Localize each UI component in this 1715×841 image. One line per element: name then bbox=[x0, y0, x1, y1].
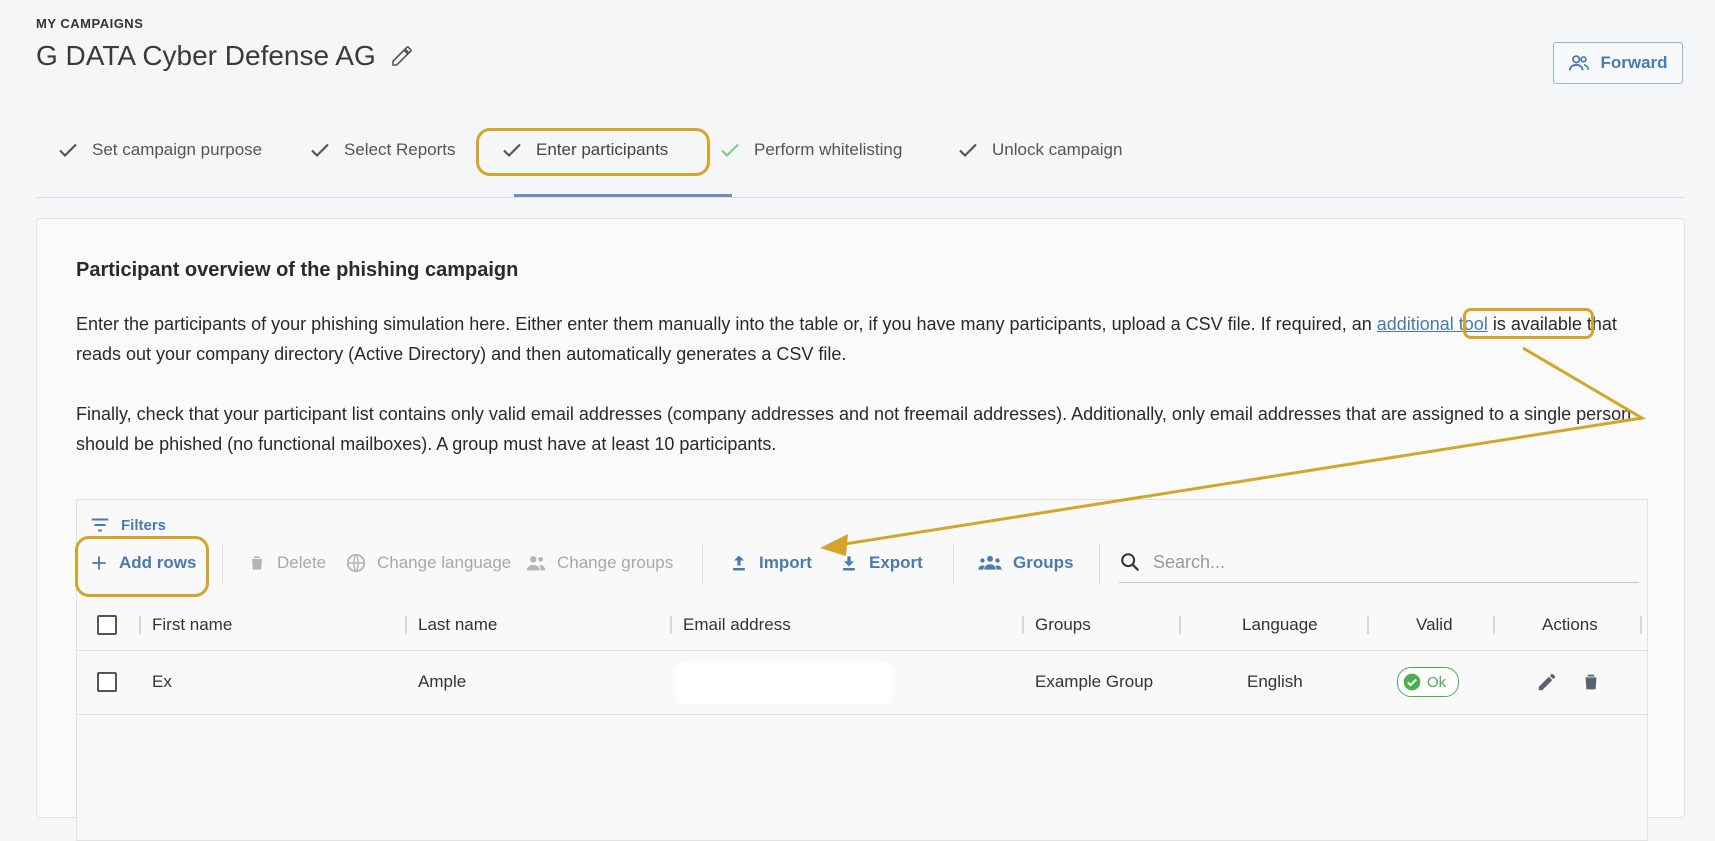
filters-button[interactable]: Filters bbox=[89, 514, 166, 536]
column-header-language[interactable]: Language bbox=[1242, 600, 1318, 650]
column-header-valid[interactable]: Valid bbox=[1416, 600, 1453, 650]
edit-row-button[interactable] bbox=[1533, 668, 1561, 696]
check-icon bbox=[721, 143, 739, 158]
download-icon bbox=[843, 556, 855, 571]
column-separator bbox=[1493, 616, 1495, 634]
column-separator bbox=[1367, 616, 1369, 634]
cell-last-name[interactable]: Ample bbox=[418, 650, 466, 714]
delete-label: Delete bbox=[277, 553, 327, 572]
change-language-label: Change language bbox=[377, 553, 512, 572]
import-label: Import bbox=[759, 553, 812, 572]
import-button[interactable]: Import bbox=[729, 540, 812, 586]
search-box bbox=[1119, 542, 1639, 583]
toolbar-divider bbox=[222, 544, 223, 584]
intro-text-start: Enter the participants of your phishing … bbox=[76, 314, 1377, 334]
change-groups-button[interactable]: Change groups bbox=[525, 540, 673, 586]
trash-icon bbox=[251, 556, 263, 570]
column-separator bbox=[1179, 616, 1181, 634]
cell-email-redacted[interactable] bbox=[675, 662, 893, 704]
people-icon bbox=[1569, 55, 1590, 71]
tab-label: Enter participants bbox=[536, 140, 669, 159]
add-rows-label: Add rows bbox=[119, 553, 197, 572]
export-button[interactable]: Export bbox=[839, 540, 923, 586]
participants-card: Participant overview of the phishing cam… bbox=[36, 218, 1685, 841]
intro-paragraph: Enter the participants of your phishing … bbox=[76, 309, 1656, 369]
upload-icon bbox=[733, 555, 745, 571]
forward-button[interactable]: Forward bbox=[1553, 42, 1683, 84]
valid-status-label: Ok bbox=[1427, 673, 1447, 691]
tab-enter-participants[interactable]: Enter participants bbox=[500, 122, 668, 178]
edit-title-button[interactable] bbox=[388, 42, 416, 70]
select-all-checkbox[interactable] bbox=[97, 615, 117, 635]
check-icon bbox=[311, 143, 329, 158]
tab-label: Unlock campaign bbox=[992, 140, 1123, 159]
column-separator bbox=[670, 616, 672, 634]
column-separator bbox=[1640, 616, 1642, 634]
export-label: Export bbox=[869, 553, 923, 572]
column-separator bbox=[1022, 616, 1024, 634]
column-header-last-name[interactable]: Last name bbox=[418, 600, 497, 650]
tab-select-reports[interactable]: Select Reports bbox=[308, 122, 456, 178]
column-header-groups[interactable]: Groups bbox=[1035, 600, 1091, 650]
delete-button[interactable]: Delete bbox=[247, 540, 326, 586]
groups-label: Groups bbox=[1013, 553, 1074, 572]
cell-groups[interactable]: Example Group bbox=[1035, 650, 1153, 714]
toolbar-divider bbox=[702, 544, 703, 584]
delete-row-button[interactable] bbox=[1577, 668, 1605, 696]
additional-tool-link[interactable]: additional tool bbox=[1377, 314, 1488, 334]
toolbar-divider bbox=[1099, 544, 1100, 584]
check-circle-icon bbox=[1403, 673, 1421, 691]
tab-label: Select Reports bbox=[344, 140, 456, 159]
change-language-button[interactable]: Change language bbox=[345, 540, 511, 586]
card-heading: Participant overview of the phishing cam… bbox=[76, 259, 519, 281]
column-header-first-name[interactable]: First name bbox=[152, 600, 232, 650]
toolbar-divider bbox=[953, 544, 954, 584]
groups-icon bbox=[978, 555, 1002, 570]
column-separator bbox=[405, 616, 407, 634]
cell-language[interactable]: English bbox=[1247, 650, 1303, 714]
cell-first-name[interactable]: Ex bbox=[152, 650, 172, 714]
tab-unlock-campaign[interactable]: Unlock campaign bbox=[956, 122, 1122, 178]
tab-set-campaign-purpose[interactable]: Set campaign purpose bbox=[56, 122, 262, 178]
validation-paragraph: Finally, check that your participant lis… bbox=[76, 404, 1632, 454]
page-title: G DATA Cyber Defense AG bbox=[36, 40, 376, 71]
breadcrumb[interactable]: MY CAMPAIGNS bbox=[36, 16, 143, 31]
groups-button[interactable]: Groups bbox=[977, 540, 1073, 586]
search-icon bbox=[1121, 553, 1140, 572]
filters-label: Filters bbox=[121, 516, 167, 534]
people-icon bbox=[526, 556, 546, 571]
plus-icon bbox=[92, 556, 106, 570]
participants-table: Filters Add rows Delete Change language … bbox=[76, 499, 1648, 841]
check-icon bbox=[959, 143, 977, 158]
row-checkbox[interactable] bbox=[97, 672, 117, 692]
globe-icon bbox=[346, 553, 366, 573]
tab-label: Set campaign purpose bbox=[92, 140, 263, 159]
stepper-tabs: Set campaign purpose Select Reports Ente… bbox=[36, 122, 1685, 198]
column-separator bbox=[139, 616, 141, 634]
table-header: First name Last name Email address Group… bbox=[77, 600, 1647, 651]
check-icon bbox=[503, 143, 521, 158]
pencil-icon bbox=[1538, 673, 1556, 691]
active-tab-indicator bbox=[514, 194, 732, 197]
table-row: Ex Ample Example Group English Ok bbox=[77, 650, 1647, 715]
valid-status-badge: Ok bbox=[1397, 667, 1460, 697]
column-header-actions: Actions bbox=[1542, 615, 1598, 634]
check-icon bbox=[59, 143, 77, 158]
search-input[interactable] bbox=[1151, 550, 1615, 574]
change-groups-label: Change groups bbox=[557, 553, 674, 572]
forward-label: Forward bbox=[1600, 53, 1668, 72]
pencil-icon bbox=[391, 46, 412, 66]
table-toolbar: Add rows Delete Change language Change g… bbox=[77, 540, 1647, 586]
trash-icon bbox=[1584, 674, 1598, 690]
tab-label: Perform whitelisting bbox=[754, 140, 903, 159]
column-header-email[interactable]: Email address bbox=[683, 600, 791, 650]
add-rows-button[interactable]: Add rows bbox=[89, 540, 196, 586]
filter-icon bbox=[91, 518, 109, 532]
tab-perform-whitelisting[interactable]: Perform whitelisting bbox=[718, 122, 902, 178]
title-row: G DATA Cyber Defense AG bbox=[36, 40, 416, 72]
